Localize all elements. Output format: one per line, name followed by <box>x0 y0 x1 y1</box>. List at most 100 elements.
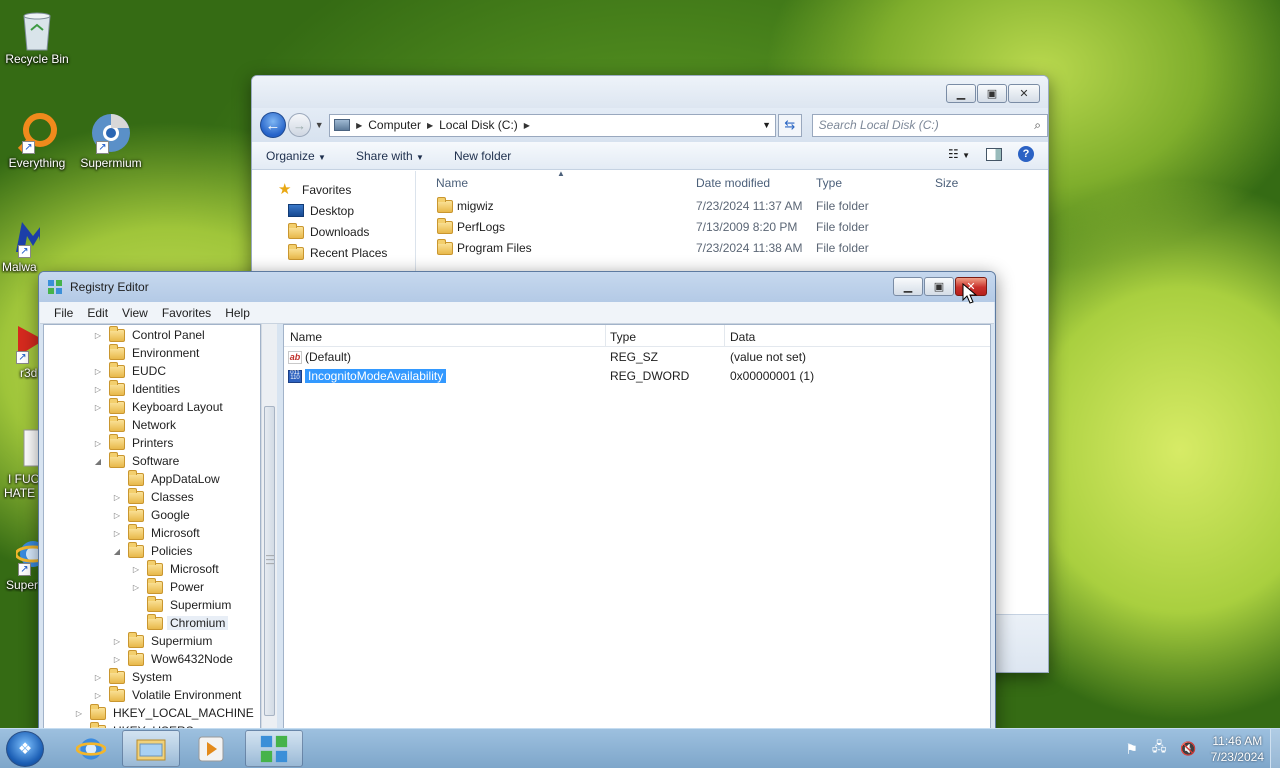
tree-expand-icon[interactable]: ▷ <box>74 709 84 718</box>
menu-view[interactable]: View <box>122 306 148 320</box>
tree-node[interactable]: ▷ Volatile Environment <box>93 685 241 704</box>
desktop-icon-supermium[interactable]: ↗ Supermium <box>74 112 148 170</box>
taskbar-explorer-button[interactable] <box>122 730 180 767</box>
column-header-type[interactable]: Type <box>610 330 636 344</box>
tree-expand-icon[interactable]: ▷ <box>131 583 141 592</box>
tree-expand-icon[interactable]: ▷ <box>93 439 103 448</box>
column-header-size[interactable]: Size <box>935 176 958 190</box>
value-row-selected[interactable]: 011 110 IncognitoModeAvailability REG_DWOR… <box>284 366 990 385</box>
organize-button[interactable]: Organize ▼ <box>266 149 326 163</box>
tree-node[interactable]: ▷ Microsoft <box>112 523 200 542</box>
minimize-button[interactable]: ▁ <box>893 277 923 296</box>
maximize-button[interactable]: ▣ <box>924 277 954 296</box>
tree-expand-icon[interactable]: ▷ <box>93 691 103 700</box>
tree-node[interactable]: AppDataLow <box>112 469 220 488</box>
clock[interactable]: 11:46 AM 7/23/2024 <box>1211 733 1264 765</box>
tree-scrollbar[interactable]: — — — <box>261 324 277 735</box>
tree-node[interactable]: ▷ Keyboard Layout <box>93 397 223 416</box>
address-dropdown-icon[interactable]: ▼ <box>762 120 771 130</box>
registry-tree[interactable]: ▷ Control Panel Environment ▷ EUDC ▷ Identitie… <box>43 324 261 735</box>
menu-favorites[interactable]: Favorites <box>162 306 211 320</box>
tree-node[interactable]: Network <box>93 415 176 434</box>
menu-edit[interactable]: Edit <box>87 306 108 320</box>
preview-pane-icon[interactable] <box>986 147 1002 161</box>
desktop-icon-ie[interactable]: ↗ Super <box>0 534 40 592</box>
nav-item-desktop[interactable]: Desktop <box>252 200 415 221</box>
tree-collapse-icon[interactable]: ◢ <box>93 457 103 466</box>
registry-editor-window[interactable]: Registry Editor ▁ ▣ ✕ File Edit View Fav… <box>38 271 996 736</box>
tree-node[interactable]: Environment <box>93 343 199 362</box>
tree-node[interactable]: ▷ HKEY_LOCAL_MACHINE <box>74 703 254 722</box>
nav-item-downloads[interactable]: Downloads <box>252 221 415 242</box>
column-header-name[interactable]: Name <box>436 176 468 190</box>
search-input[interactable]: Search Local Disk (C:) ⌕ <box>811 113 1048 137</box>
tree-node[interactable]: ▷ Wow6432Node <box>112 649 233 668</box>
tree-node[interactable]: ▷ System <box>93 667 172 686</box>
nav-favorites[interactable]: ★ Favorites <box>252 179 415 200</box>
taskbar-ie-button[interactable] <box>62 730 120 767</box>
column-header-type[interactable]: Type <box>816 176 842 190</box>
forward-button[interactable]: → <box>287 113 312 137</box>
tree-expand-icon[interactable]: ▷ <box>93 367 103 376</box>
tree-node[interactable]: ▷ Classes <box>112 487 194 506</box>
registry-values-list[interactable]: Name Type Data ab (Default) REG_SZ (value… <box>283 324 991 735</box>
tree-expand-icon[interactable]: ▷ <box>112 493 122 502</box>
breadcrumb-computer[interactable]: Computer <box>368 118 421 132</box>
refresh-button[interactable]: ⇆ <box>778 113 802 137</box>
tree-node[interactable]: ◢ Software <box>93 451 179 470</box>
explorer-titlebar[interactable]: ▁ ▣ ✕ <box>252 76 1048 108</box>
taskbar-media-player-button[interactable] <box>182 730 240 767</box>
tree-node[interactable]: ▷ Identities <box>93 379 180 398</box>
tree-expand-icon[interactable]: ▷ <box>93 385 103 394</box>
tree-expand-icon[interactable]: ▷ <box>112 529 122 538</box>
regedit-titlebar[interactable]: Registry Editor ▁ ▣ ✕ <box>39 272 995 302</box>
column-header-data[interactable]: Data <box>730 330 755 344</box>
close-button[interactable]: ✕ <box>1008 84 1040 103</box>
network-icon[interactable]: 🖧 <box>1152 738 1167 760</box>
tree-expand-icon[interactable]: ▷ <box>93 331 103 340</box>
recent-pages-button[interactable]: ▼ <box>313 120 325 130</box>
tree-expand-icon[interactable]: ▷ <box>93 673 103 682</box>
share-with-button[interactable]: Share with ▼ <box>356 149 424 163</box>
help-icon[interactable]: ? <box>1018 146 1034 162</box>
tree-expand-icon[interactable]: ▷ <box>112 655 122 664</box>
file-row[interactable]: PerfLogs 7/13/2009 8:20 PM File folder <box>417 216 1048 237</box>
view-options-icon[interactable]: ☷ ▼ <box>948 147 970 161</box>
menu-help[interactable]: Help <box>225 306 250 320</box>
tree-node[interactable]: ▷ Printers <box>93 433 173 452</box>
volume-muted-icon[interactable]: 🔇 <box>1180 741 1196 757</box>
maximize-button[interactable]: ▣ <box>977 84 1007 103</box>
tree-node[interactable]: Supermium <box>131 595 231 614</box>
tree-expand-icon[interactable]: ▷ <box>131 565 141 574</box>
column-header-date[interactable]: Date modified <box>696 176 770 190</box>
menu-file[interactable]: File <box>54 306 73 320</box>
start-button[interactable]: ❖ <box>6 731 44 767</box>
desktop-icon-everything[interactable]: ↗ Everything <box>0 112 74 170</box>
tree-node[interactable]: ▷ Control Panel <box>93 325 205 344</box>
tree-node[interactable]: ▷ Google <box>112 505 190 524</box>
tree-node-selected[interactable]: Chromium <box>131 613 229 632</box>
tree-collapse-icon[interactable]: ◢ <box>112 547 122 556</box>
tree-node[interactable]: ▷ Microsoft <box>131 559 219 578</box>
file-row[interactable]: Program Files 7/23/2024 11:38 AM File fo… <box>417 237 1048 258</box>
show-desktop-button[interactable] <box>1270 729 1280 768</box>
desktop-icon-recycle-bin[interactable]: Recycle Bin <box>0 8 74 66</box>
tree-expand-icon[interactable]: ▷ <box>93 403 103 412</box>
file-row[interactable]: migwiz 7/23/2024 11:37 AM File folder <box>417 195 1048 216</box>
value-row[interactable]: ab (Default) REG_SZ (value not set) <box>284 347 990 366</box>
tree-expand-icon[interactable]: ▷ <box>112 637 122 646</box>
tree-node[interactable]: ◢ Policies <box>112 541 192 560</box>
taskbar-regedit-button[interactable] <box>245 730 303 767</box>
desktop-icon-text-file[interactable]: I FUC HATE <box>0 428 40 500</box>
desktop-icon-malwarebytes[interactable]: ↗ Malwa <box>0 216 40 274</box>
tree-expand-icon[interactable]: ▷ <box>112 511 122 520</box>
tree-node[interactable]: ▷ EUDC <box>93 361 166 380</box>
column-header-name[interactable]: Name <box>290 330 322 344</box>
breadcrumb-local-disk[interactable]: Local Disk (C:) <box>439 118 518 132</box>
address-bar[interactable]: ▶ Computer ▶ Local Disk (C:) ▶ ▼ <box>329 113 777 137</box>
action-center-flag-icon[interactable]: ⚑ <box>1125 741 1138 758</box>
nav-item-recent-places[interactable]: Recent Places <box>252 242 415 263</box>
new-folder-button[interactable]: New folder <box>454 149 511 163</box>
minimize-button[interactable]: ▁ <box>946 84 976 103</box>
back-button[interactable]: ← <box>260 112 286 138</box>
